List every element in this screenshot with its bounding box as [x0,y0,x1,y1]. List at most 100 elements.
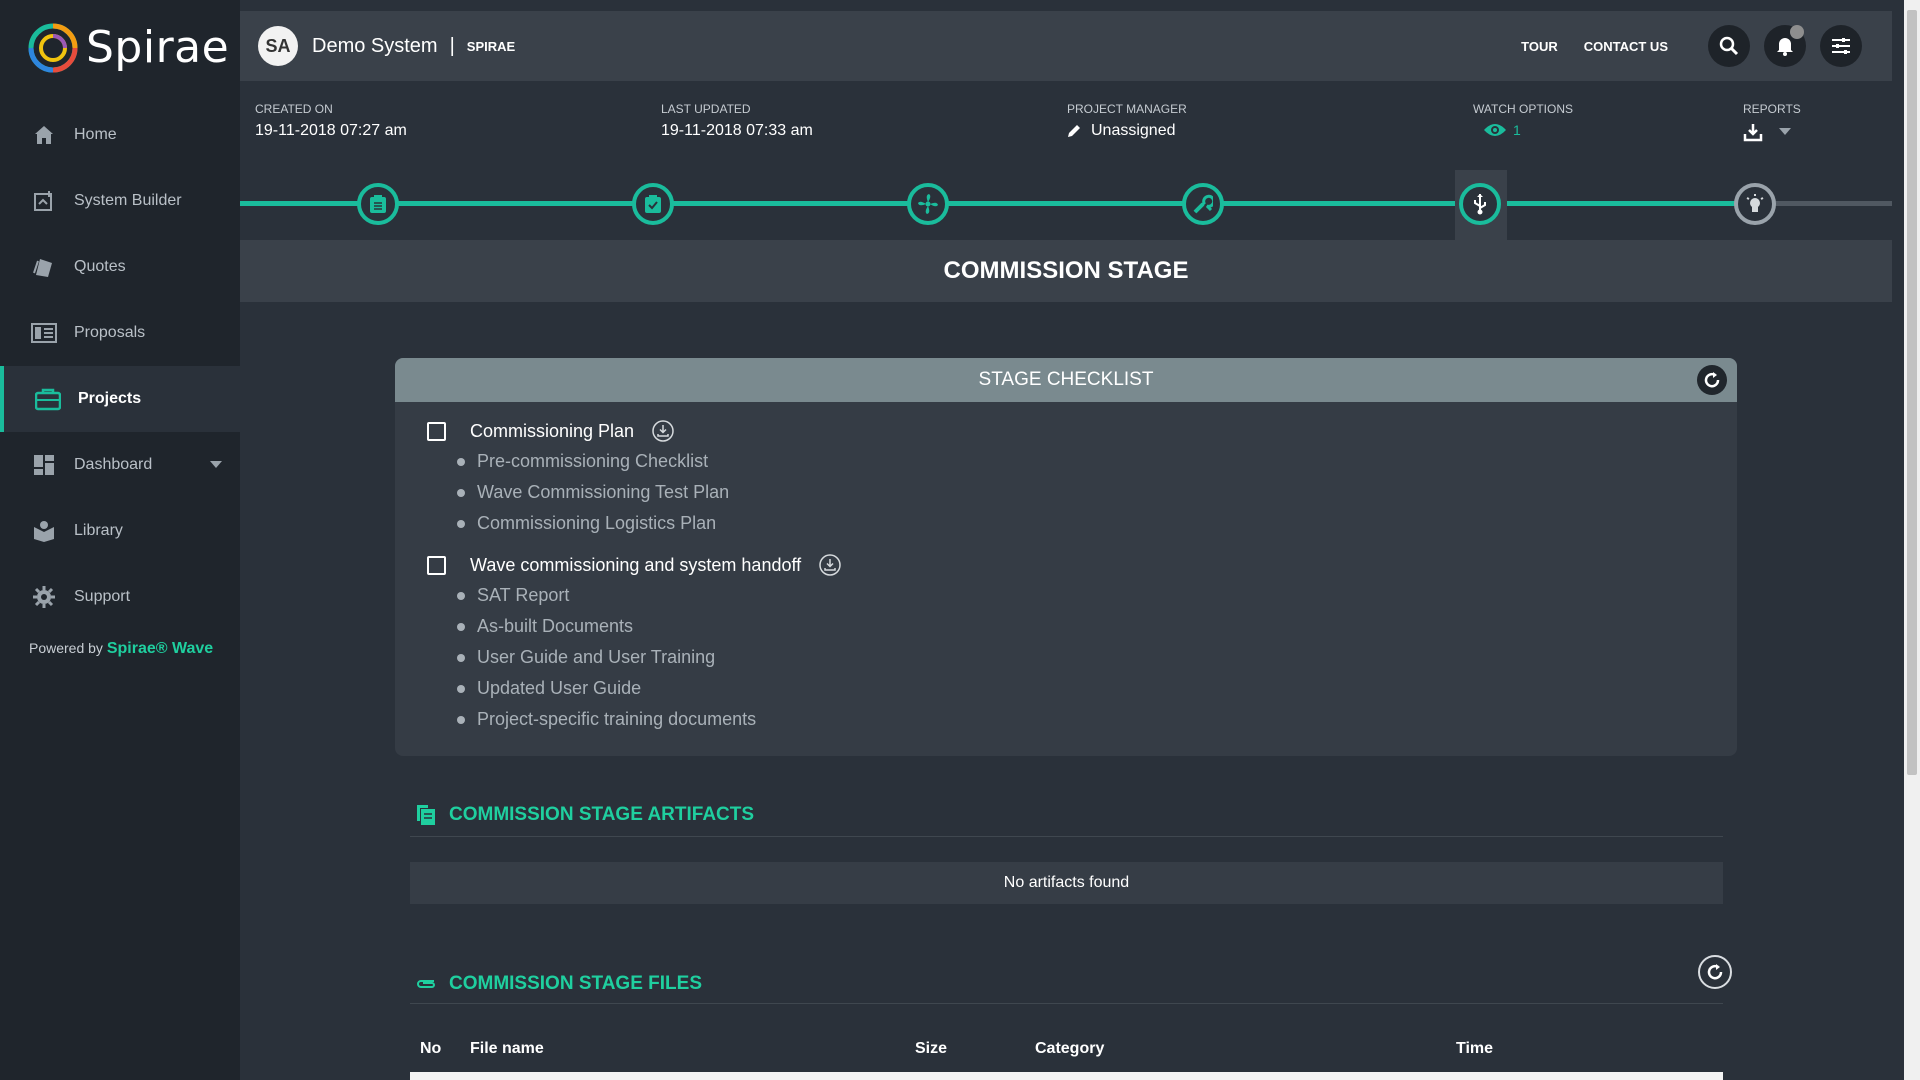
checklist-header: STAGE CHECKLIST [395,358,1737,402]
logo[interactable]: Spirae [28,22,229,73]
documents-icon [417,805,435,825]
briefcase-icon [34,385,62,413]
settings-button[interactable] [1820,25,1862,67]
step-operate[interactable] [1734,183,1776,225]
header-separator: | [449,34,455,57]
sidebar-item-label: Projects [78,390,142,407]
notification-badge [1790,25,1804,39]
powered-by: Powered by Spirae® Wave [29,640,213,658]
sidebar-item-label: Support [74,588,131,605]
files-refresh-button[interactable] [1698,955,1732,989]
chevron-down-icon[interactable] [210,461,222,468]
checklist-item-label: Wave commissioning and system handoff [470,554,802,575]
list-item: Updated User Guide [457,673,841,704]
watch-toggle[interactable]: 1 [1483,122,1573,138]
created-value: 19-11-2018 07:27 am [255,122,407,139]
download-icon [1743,124,1763,142]
last-updated: LAST UPDATED 19-11-2018 07:33 am [661,102,813,140]
powered-by-prefix: Powered by [29,640,103,656]
column-header-size[interactable]: Size [915,1040,947,1058]
step-design[interactable] [357,183,399,225]
bell-icon [1777,38,1793,56]
sidebar-item-proposals[interactable]: Proposals [0,300,240,366]
list-item: SAT Report [457,580,841,611]
clipboard-icon [370,195,386,213]
home-icon [30,121,58,149]
files-table-header: No File name Size Category Time [410,1036,1723,1072]
stage-checklist-card: STAGE CHECKLIST Commissioning Plan Pre-c… [395,358,1737,756]
column-header-file-name[interactable]: File name [470,1040,544,1058]
checklist-group: Wave commissioning and system handoff SA… [427,550,841,735]
sidebar-item-library[interactable]: Library [0,498,240,564]
checklist-checkbox[interactable] [427,421,446,441]
contact-us-link[interactable]: CONTACT US [1584,39,1668,54]
usb-icon [1474,194,1486,215]
divider [410,836,1723,837]
sliders-icon [1832,38,1850,54]
manager-name: Unassigned [1091,122,1176,139]
step-install[interactable] [1182,183,1224,225]
page-scrollbar[interactable] [1904,0,1920,1080]
step-build[interactable] [907,183,949,225]
refresh-icon [1707,964,1723,980]
search-button[interactable] [1708,25,1750,67]
stage-stepper [240,170,1892,240]
lightbulb-icon [1746,194,1764,212]
eye-icon [1484,124,1506,136]
artifacts-title: COMMISSION STAGE ARTIFACTS [415,804,754,826]
scrollbar-thumb[interactable] [1907,10,1917,775]
step-commission[interactable] [1459,183,1501,225]
download-circle-icon[interactable] [819,554,841,576]
sidebar-item-label: Dashboard [74,456,153,473]
sidebar-item-system-builder[interactable]: System Builder [0,168,240,234]
sidebar-item-label: Proposals [74,324,146,341]
top-header: SA Demo System | SPIRAE TOUR CONTACT US [240,11,1892,81]
checklist-title: STAGE CHECKLIST [978,369,1154,390]
sidebar-item-quotes[interactable]: Quotes [0,234,240,300]
sidebar-item-home[interactable]: Home [0,102,240,168]
sidebar-item-dashboard[interactable]: Dashboard [0,432,240,498]
gear-icon [30,583,58,611]
project-meta: CREATED ON 19-11-2018 07:27 am LAST UPDA… [240,96,1892,156]
notifications-button[interactable] [1764,25,1806,67]
fan-icon [918,194,938,214]
step-approval[interactable] [632,183,674,225]
paperclip-icon [417,980,435,988]
proposals-icon [30,319,58,347]
reports-download[interactable] [1743,122,1801,142]
column-header-no[interactable]: No [420,1040,441,1058]
created-on: CREATED ON 19-11-2018 07:27 am [255,102,407,140]
stepper-progress-line [240,201,1756,206]
files-title-text: COMMISSION STAGE FILES [449,973,702,994]
system-builder-icon [30,187,58,215]
pencil-icon [1068,125,1080,137]
files-title: COMMISSION STAGE FILES [415,973,702,995]
sub-item-list: Pre-commissioning Checklist Wave Commiss… [457,446,729,539]
sidebar-nav: Home System Builder Quotes Proposals Pro… [0,102,240,630]
avatar[interactable]: SA [258,26,298,66]
sidebar-item-projects[interactable]: Projects [0,366,240,432]
files-table-body [410,1072,1723,1080]
checklist-checkbox[interactable] [427,555,446,575]
sidebar-item-label: System Builder [74,192,182,209]
search-icon [1719,36,1739,56]
column-header-time[interactable]: Time [1456,1040,1493,1058]
sidebar-item-support[interactable]: Support [0,564,240,630]
manager-label: PROJECT MANAGER [1067,102,1187,116]
manager-value[interactable]: Unassigned [1067,122,1187,140]
tour-link[interactable]: TOUR [1521,39,1558,54]
list-item: As-built Documents [457,611,841,642]
checklist-item-label: Commissioning Plan [470,420,635,441]
column-header-category[interactable]: Category [1035,1040,1104,1058]
artifacts-empty-state: No artifacts found [410,862,1723,904]
watch-options: WATCH OPTIONS 1 [1473,102,1573,138]
empty-text: No artifacts found [1003,874,1130,891]
checklist-refresh-button[interactable] [1697,365,1727,395]
project-manager: PROJECT MANAGER Unassigned [1067,102,1187,140]
sub-item-list: SAT Report As-built Documents User Guide… [457,580,841,735]
powered-by-brand[interactable]: Spirae® Wave [107,640,213,657]
reports: REPORTS [1743,102,1801,142]
org-name: SPIRAE [466,38,516,54]
created-label: CREATED ON [255,102,333,116]
download-circle-icon[interactable] [652,420,674,442]
